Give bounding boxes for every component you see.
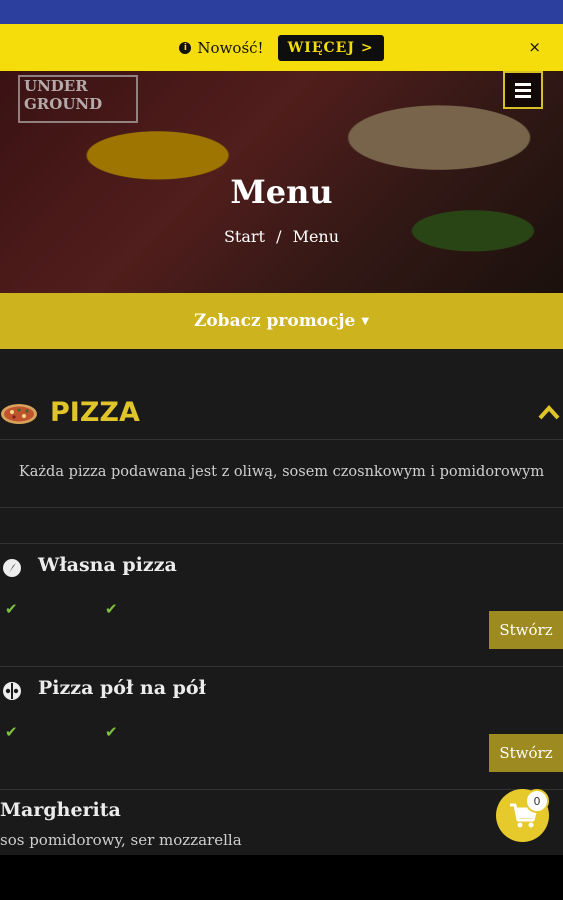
item-name: Margherita bbox=[0, 799, 121, 821]
item-name: Własna pizza bbox=[38, 554, 177, 576]
list-item: Pizza pół na pół ✔ ✔ Stwórz bbox=[0, 667, 563, 790]
compass-icon bbox=[3, 559, 21, 577]
cart-count-badge: 0 bbox=[525, 789, 549, 813]
caret-down-icon: ▼ bbox=[361, 315, 370, 327]
breadcrumb-separator: / bbox=[276, 227, 282, 246]
notice-text: Nowość! bbox=[197, 38, 264, 57]
category-header[interactable]: PIZZA bbox=[0, 387, 563, 440]
chevron-up-icon[interactable] bbox=[537, 403, 561, 421]
check-icon: ✔ bbox=[105, 723, 118, 741]
info-icon: i bbox=[179, 41, 192, 54]
list-item: Własna pizza ✔ ✔ Stwórz bbox=[0, 544, 563, 667]
check-icon: ✔ bbox=[5, 723, 18, 741]
promotions-label: Zobacz promocje bbox=[193, 311, 356, 331]
create-button[interactable]: Stwórz bbox=[489, 734, 563, 772]
check-icon: ✔ bbox=[5, 600, 18, 618]
status-bar bbox=[0, 0, 563, 24]
hero-banner: UNDER GROUND Menu Start / Menu bbox=[0, 71, 563, 293]
navigation-bar bbox=[0, 855, 563, 900]
menu-content: PIZZA Każda pizza podawana jest z oliwą,… bbox=[0, 349, 563, 855]
breadcrumb-start[interactable]: Start bbox=[224, 227, 265, 246]
half-pizza-icon bbox=[3, 682, 21, 700]
more-button[interactable]: WIĘCEJ > bbox=[277, 34, 384, 61]
item-description: sos pomidorowy, ser mozzarella bbox=[0, 831, 242, 849]
promotions-toggle[interactable]: Zobacz promocje ▼ bbox=[0, 293, 563, 349]
breadcrumb-current: Menu bbox=[292, 227, 340, 246]
close-icon[interactable]: × bbox=[528, 38, 541, 56]
pizza-icon bbox=[1, 404, 37, 424]
category-description: Każda pizza podawana jest z oliwą, sosem… bbox=[0, 441, 563, 508]
notice-banner: i Nowość! WIĘCEJ > × bbox=[0, 24, 563, 71]
item-name: Pizza pół na pół bbox=[38, 677, 206, 699]
hamburger-menu-button[interactable] bbox=[503, 71, 543, 109]
create-button[interactable]: Stwórz bbox=[489, 611, 563, 649]
breadcrumb: Start / Menu bbox=[0, 227, 563, 246]
page-title: Menu bbox=[230, 173, 333, 211]
category-title: PIZZA bbox=[50, 397, 140, 428]
check-icon: ✔ bbox=[105, 600, 118, 618]
restaurant-logo[interactable]: UNDER GROUND bbox=[18, 75, 138, 123]
